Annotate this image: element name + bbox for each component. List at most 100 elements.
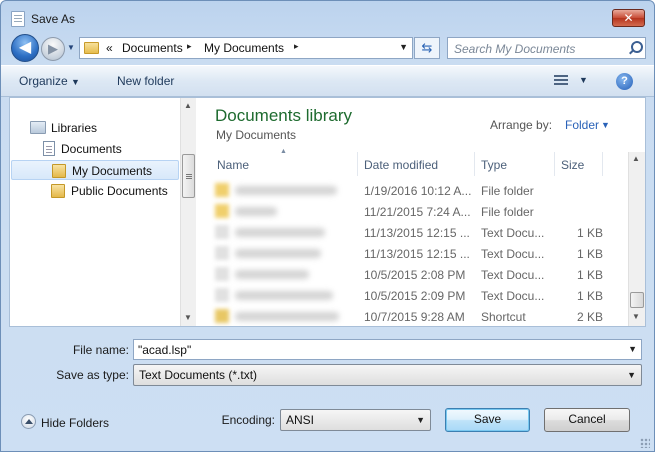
arrange-chevron-down-icon[interactable]: ▼ <box>601 120 610 130</box>
table-row[interactable]: 11/13/2015 12:15 ... Text Docu... 1 KB <box>211 222 615 243</box>
date-cell: 10/7/2015 9:28 AM <box>364 310 465 324</box>
column-header-size[interactable]: Size <box>555 152 603 176</box>
shortcut-icon <box>215 309 229 323</box>
arrange-by-label: Arrange by: <box>490 118 553 132</box>
column-header-date-modified[interactable]: Date modified <box>358 152 475 176</box>
recent-locations-chevron-down-icon[interactable]: ▼ <box>67 43 75 52</box>
help-icon[interactable]: ? <box>616 73 633 90</box>
address-separator-arrow-icon[interactable]: ▸ <box>187 41 192 52</box>
file-name-redacted <box>235 291 333 300</box>
table-row[interactable]: 10/5/2015 2:09 PM Text Docu... 1 KB <box>211 285 615 306</box>
navigation-bar: ◀ ▶ ▼ « Documents ▸ My Documents ▸ ▼ ⇆ S… <box>1 33 654 63</box>
sidebar-item-label: My Documents <box>72 164 153 178</box>
sidebar-item-documents[interactable]: Documents <box>38 139 176 159</box>
search-icon[interactable] <box>628 41 643 55</box>
table-row[interactable]: 1/19/2016 10:12 A... File folder <box>211 180 615 201</box>
type-cell: File folder <box>481 205 534 219</box>
folder-icon <box>215 183 229 197</box>
back-button[interactable]: ◀ <box>11 34 39 62</box>
address-segment-documents[interactable]: Documents <box>122 41 183 55</box>
file-name-field[interactable]: "acad.lsp" ▼ <box>133 339 642 360</box>
date-cell: 10/5/2015 2:08 PM <box>364 268 466 282</box>
search-placeholder: Search My Documents <box>454 42 576 56</box>
save-as-type-value: Text Documents (*.txt) <box>139 368 258 382</box>
encoding-label: Encoding: <box>221 413 275 427</box>
text-file-icon <box>215 225 229 239</box>
column-header-label: Type <box>481 158 508 172</box>
change-view-icon[interactable] <box>554 75 568 87</box>
address-separator-arrow-icon[interactable]: ▸ <box>294 41 299 52</box>
scroll-up-arrow-icon[interactable]: ▲ <box>632 154 640 163</box>
organize-button[interactable]: Organize ▼ <box>19 74 80 88</box>
organize-label: Organize <box>19 74 68 88</box>
address-bar[interactable]: « Documents ▸ My Documents ▸ ▼ <box>79 37 413 59</box>
file-list-pane: Documents library My Documents Arrange b… <box>197 98 645 326</box>
file-name-value: "acad.lsp" <box>138 343 192 357</box>
resize-grip-icon[interactable] <box>640 438 650 448</box>
hide-folders-button[interactable]: Hide Folders <box>41 416 109 430</box>
title-bar[interactable]: Save As ✕ <box>1 1 654 33</box>
file-name-label: File name: <box>72 343 129 357</box>
folder-icon <box>215 204 229 218</box>
documents-icon <box>43 141 55 156</box>
encoding-chevron-down-icon: ▼ <box>416 415 425 425</box>
table-row[interactable]: 11/21/2015 7:24 A... File folder <box>211 201 615 222</box>
view-options-chevron-down-icon[interactable]: ▼ <box>579 75 588 85</box>
sidebar-scroll-thumb[interactable] <box>182 154 195 198</box>
column-header-name[interactable]: Name <box>211 152 358 176</box>
refresh-button[interactable]: ⇆ <box>414 37 440 59</box>
text-file-icon <box>215 288 229 302</box>
main-area: Libraries Documents My Documents Public … <box>9 97 646 327</box>
table-row[interactable]: 10/5/2015 2:08 PM Text Docu... 1 KB <box>211 264 615 285</box>
address-segment-my-documents[interactable]: My Documents <box>204 41 284 55</box>
cancel-button[interactable]: Cancel <box>544 408 630 432</box>
window-title: Save As <box>31 12 76 26</box>
address-overflow-chevron[interactable]: « <box>106 41 113 55</box>
file-name-chevron-down-icon[interactable]: ▼ <box>628 344 637 354</box>
new-folder-button[interactable]: New folder <box>117 74 174 88</box>
file-name-redacted <box>235 270 309 279</box>
sidebar-item-my-documents[interactable]: My Documents <box>11 160 179 180</box>
search-input[interactable]: Search My Documents <box>447 37 646 59</box>
chevron-down-icon: ▼ <box>71 77 80 87</box>
text-file-icon <box>215 246 229 260</box>
save-as-dialog: Save As ✕ ◀ ▶ ▼ « Documents ▸ My Documen… <box>0 0 655 452</box>
type-cell: Text Docu... <box>481 226 545 240</box>
sidebar-item-public-documents[interactable]: Public Documents <box>50 181 178 201</box>
libraries-icon <box>30 121 46 134</box>
type-cell: File folder <box>481 184 534 198</box>
file-name-redacted <box>235 207 277 216</box>
encoding-select[interactable]: ANSI ▼ <box>280 409 431 431</box>
scroll-down-arrow-icon[interactable]: ▼ <box>184 313 192 322</box>
table-row[interactable]: 10/7/2015 9:28 AM Shortcut 2 KB <box>211 306 615 327</box>
address-dropdown-chevron-down-icon[interactable]: ▼ <box>399 42 408 52</box>
collapse-up-icon[interactable] <box>21 414 36 429</box>
folder-icon <box>51 184 65 198</box>
sidebar-scrollbar[interactable]: ▲ ▼ <box>180 98 196 326</box>
forward-button[interactable]: ▶ <box>41 37 65 61</box>
grip-icon <box>186 174 192 175</box>
file-list-scroll-thumb[interactable] <box>630 292 644 308</box>
folder-icon <box>84 42 99 54</box>
encoding-value: ANSI <box>286 413 315 427</box>
column-header-type[interactable]: Type <box>475 152 555 176</box>
save-as-type-label: Save as type: <box>56 368 129 382</box>
library-subtitle: My Documents <box>216 128 297 142</box>
sidebar-item-libraries[interactable]: Libraries <box>26 118 176 138</box>
arrange-by-dropdown[interactable]: Folder <box>565 118 599 132</box>
scroll-down-arrow-icon[interactable]: ▼ <box>632 312 640 321</box>
save-button[interactable]: Save <box>445 408 530 432</box>
type-cell: Text Docu... <box>481 247 545 261</box>
column-header-label: Name <box>217 158 250 172</box>
close-button[interactable]: ✕ <box>612 9 645 27</box>
table-row[interactable]: 11/13/2015 12:15 ... Text Docu... 1 KB <box>211 243 615 264</box>
date-cell: 11/13/2015 12:15 ... <box>364 226 470 240</box>
navigation-pane: Libraries Documents My Documents Public … <box>10 98 196 326</box>
file-list-scrollbar[interactable]: ▲ ▼ <box>628 152 645 326</box>
sidebar-item-label: Documents <box>61 142 122 156</box>
size-cell: 1 KB <box>576 226 603 240</box>
command-toolbar: Organize ▼ New folder ▼ ? <box>1 65 654 97</box>
save-as-type-select[interactable]: Text Documents (*.txt) ▼ <box>133 364 642 386</box>
scroll-up-arrow-icon[interactable]: ▲ <box>184 101 192 110</box>
column-header-label: Date modified <box>364 158 439 172</box>
